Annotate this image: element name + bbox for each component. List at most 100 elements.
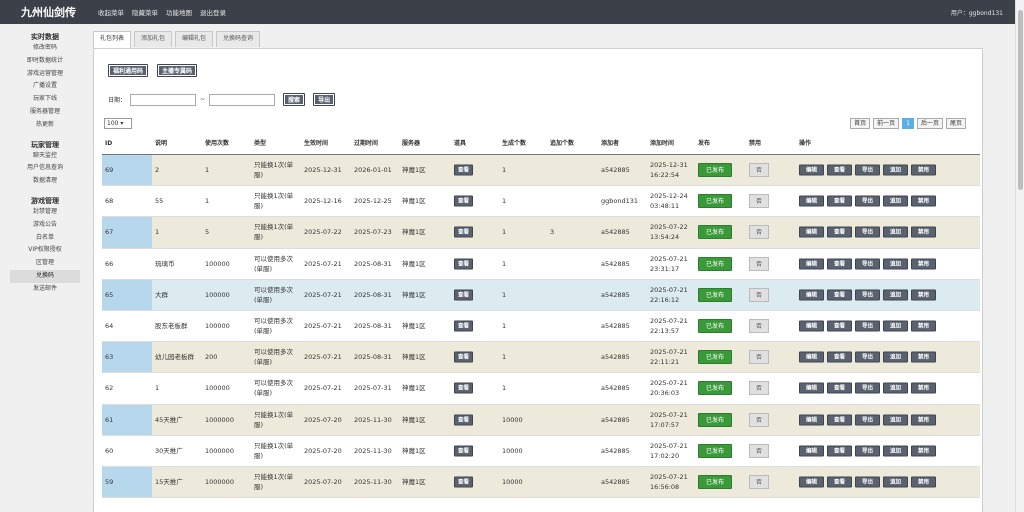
sidebar-item[interactable]: 发送邮件 bbox=[10, 283, 80, 296]
sidebar-item[interactable]: 白名单 bbox=[10, 232, 80, 245]
disabled-toggle[interactable]: 否 bbox=[749, 256, 769, 271]
table-row[interactable]: 67 1 5 只能换1次(单服) 2025-07-22 2025-07-23 神魔1区 查看 1… bbox=[102, 217, 980, 249]
published-button[interactable]: 已发布 bbox=[698, 163, 732, 178]
export-row-button[interactable]: 导出 bbox=[855, 414, 880, 426]
disable-button[interactable]: 禁用 bbox=[911, 195, 936, 207]
published-button[interactable]: 已发布 bbox=[698, 319, 732, 334]
sidebar-item[interactable]: 修改密码 bbox=[10, 42, 80, 55]
disabled-toggle[interactable]: 否 bbox=[749, 474, 769, 489]
sidebar-item[interactable]: 即时数据统计 bbox=[10, 55, 80, 68]
tab-code-query[interactable]: 兑换码查询 bbox=[216, 31, 261, 47]
edit-button[interactable]: 编辑 bbox=[799, 195, 824, 207]
export-row-button[interactable]: 导出 bbox=[855, 164, 880, 176]
disable-button[interactable]: 禁用 bbox=[911, 414, 936, 426]
view-items-button[interactable]: 查看 bbox=[454, 258, 474, 270]
disabled-toggle[interactable]: 否 bbox=[749, 194, 769, 209]
published-button[interactable]: 已发布 bbox=[698, 412, 732, 427]
view-button[interactable]: 查看 bbox=[827, 351, 852, 363]
disabled-toggle[interactable]: 否 bbox=[749, 350, 769, 365]
table-row[interactable]: 61 45天推广 1000000 只能换1次(单服) 2025-07-20 2025-11… bbox=[102, 404, 980, 436]
start-date-input[interactable] bbox=[130, 93, 197, 106]
disable-button[interactable]: 禁用 bbox=[911, 476, 936, 488]
scrollbar[interactable] bbox=[1015, 0, 1024, 512]
sidebar-group-title[interactable]: 游戏管理 bbox=[0, 196, 90, 206]
sidebar-item[interactable]: 封禁管理 bbox=[10, 206, 80, 219]
table-row[interactable]: 63 幼儿园老板群 200 可以使用多次(单服) 2025-07-21 2025-08-3… bbox=[102, 342, 980, 374]
table-row[interactable]: 62 1 100000 可以使用多次(单服) 2025-07-21 2025-07-31 神… bbox=[102, 373, 980, 405]
collapse-menu-link[interactable]: 收起菜单 bbox=[98, 7, 124, 17]
published-button[interactable]: 已发布 bbox=[698, 474, 732, 489]
end-date-input[interactable] bbox=[209, 93, 276, 106]
sidebar-item[interactable]: 热更新 bbox=[10, 119, 80, 132]
sidebar-item[interactable]: 玩家下线 bbox=[10, 93, 80, 106]
edit-button[interactable]: 编辑 bbox=[799, 476, 824, 488]
sidebar-item[interactable]: 数据清理 bbox=[10, 175, 80, 188]
disable-button[interactable]: 禁用 bbox=[911, 320, 936, 332]
tab-edit-gift[interactable]: 编辑礼包 bbox=[175, 31, 214, 47]
export-row-button[interactable]: 导出 bbox=[855, 195, 880, 207]
published-button[interactable]: 已发布 bbox=[698, 194, 732, 209]
append-button[interactable]: 追加 bbox=[883, 476, 908, 488]
tab-gift-list[interactable]: 礼包列表 bbox=[93, 31, 132, 49]
published-button[interactable]: 已发布 bbox=[698, 225, 732, 240]
disabled-toggle[interactable]: 否 bbox=[749, 443, 769, 458]
export-row-button[interactable]: 导出 bbox=[855, 226, 880, 238]
anchor-code-button[interactable]: 主播专属码 bbox=[157, 64, 198, 77]
disabled-toggle[interactable]: 否 bbox=[749, 287, 769, 302]
view-button[interactable]: 查看 bbox=[827, 320, 852, 332]
export-button[interactable]: 导出 bbox=[313, 93, 336, 106]
sidebar-item[interactable]: 聊天监控 bbox=[10, 150, 80, 163]
edit-button[interactable]: 编辑 bbox=[799, 289, 824, 301]
table-row[interactable]: 65 大群 100000 可以使用多次(单服) 2025-07-21 2025-08-31… bbox=[102, 279, 980, 311]
current-page[interactable]: 1 bbox=[902, 118, 914, 129]
sidebar-group-title[interactable]: 实时数据 bbox=[0, 32, 90, 42]
table-row[interactable]: 59 15天推广 1000000 只能换1次(单服) 2025-07-20 2025-11… bbox=[102, 466, 980, 499]
view-button[interactable]: 查看 bbox=[827, 476, 852, 488]
edit-button[interactable]: 编辑 bbox=[799, 445, 824, 457]
table-row[interactable]: 60 30天推广 1000000 只能换1次(单服) 2025-07-20 2025-11… bbox=[102, 436, 980, 467]
view-items-button[interactable]: 查看 bbox=[454, 351, 474, 363]
published-button[interactable]: 已发布 bbox=[698, 287, 732, 302]
disable-button[interactable]: 禁用 bbox=[911, 445, 936, 457]
page-size-select[interactable]: 100 ▾ bbox=[104, 118, 132, 129]
view-items-button[interactable]: 查看 bbox=[454, 414, 474, 426]
append-button[interactable]: 追加 bbox=[883, 445, 908, 457]
sidebar-item[interactable]: 兑换码 bbox=[10, 269, 80, 283]
sidebar-item[interactable]: 用户信息查询 bbox=[10, 162, 80, 175]
published-button[interactable]: 已发布 bbox=[698, 350, 732, 365]
published-button[interactable]: 已发布 bbox=[698, 443, 732, 458]
disable-button[interactable]: 禁用 bbox=[911, 289, 936, 301]
sidebar-group-title[interactable]: 玩家管理 bbox=[0, 140, 90, 150]
disabled-toggle[interactable]: 否 bbox=[749, 381, 769, 396]
export-row-button[interactable]: 导出 bbox=[855, 289, 880, 301]
edit-button[interactable]: 编辑 bbox=[799, 320, 824, 332]
edit-button[interactable]: 编辑 bbox=[799, 382, 824, 394]
view-button[interactable]: 查看 bbox=[827, 289, 852, 301]
tab-add-gift[interactable]: 添加礼包 bbox=[134, 31, 173, 47]
disabled-toggle[interactable]: 否 bbox=[749, 412, 769, 427]
view-button[interactable]: 查看 bbox=[827, 226, 852, 238]
table-row[interactable]: 64 股东老板群 100000 可以使用多次(单服) 2025-07-21 2025-08… bbox=[102, 311, 980, 343]
sidebar-item[interactable]: 游戏运营管理 bbox=[10, 68, 80, 81]
disable-button[interactable]: 禁用 bbox=[911, 164, 936, 176]
function-map-link[interactable]: 功能地图 bbox=[166, 7, 192, 17]
view-items-button[interactable]: 查看 bbox=[454, 476, 474, 488]
sidebar-item[interactable]: 服务器管理 bbox=[10, 106, 80, 119]
first-page-button[interactable]: 首页 bbox=[850, 118, 871, 129]
table-row[interactable]: 68 55 1 只能换1次(单服) 2025-12-16 2025-12-25 神魔1区 查看… bbox=[102, 186, 980, 218]
logout-link[interactable]: 退出登录 bbox=[200, 7, 226, 17]
view-items-button[interactable]: 查看 bbox=[454, 320, 474, 332]
edit-button[interactable]: 编辑 bbox=[799, 351, 824, 363]
edit-button[interactable]: 编辑 bbox=[799, 164, 824, 176]
view-items-button[interactable]: 查看 bbox=[454, 289, 474, 301]
table-row[interactable]: 69 2 1 只能换1次(单服) 2025-12-31 2026-01-01 神魔1区 查看 1… bbox=[102, 155, 980, 187]
sidebar-item[interactable]: 区管理 bbox=[10, 257, 80, 270]
disable-button[interactable]: 禁用 bbox=[911, 226, 936, 238]
append-button[interactable]: 追加 bbox=[883, 289, 908, 301]
export-row-button[interactable]: 导出 bbox=[855, 320, 880, 332]
disabled-toggle[interactable]: 否 bbox=[749, 163, 769, 178]
view-items-button[interactable]: 查看 bbox=[454, 382, 474, 394]
published-button[interactable]: 已发布 bbox=[698, 381, 732, 396]
view-button[interactable]: 查看 bbox=[827, 258, 852, 270]
disable-button[interactable]: 禁用 bbox=[911, 258, 936, 270]
